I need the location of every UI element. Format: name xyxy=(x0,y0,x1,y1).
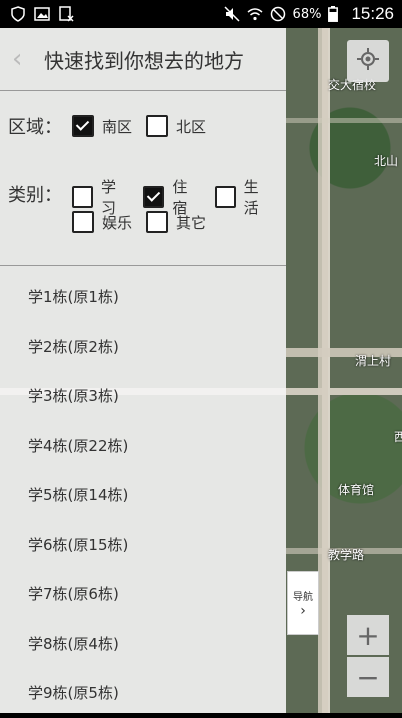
checkbox-label: 生活 xyxy=(243,178,259,217)
locate-button[interactable] xyxy=(347,40,389,82)
checkbox-north-area[interactable]: 北区 xyxy=(146,115,206,137)
list-item[interactable]: 学7栋(原6栋) xyxy=(0,569,286,619)
shield-icon xyxy=(10,6,26,22)
map-label: 渭上村 xyxy=(355,354,392,368)
navigation-toggle-button[interactable]: 导航 › xyxy=(287,571,319,635)
checkbox-box xyxy=(214,186,236,208)
zoom-in-button[interactable]: + xyxy=(347,615,389,655)
list-item[interactable]: 学1栋(原1栋) xyxy=(0,272,286,322)
checkbox-south-area[interactable]: 南区 xyxy=(72,115,132,137)
list-item[interactable]: 学4栋(原22栋) xyxy=(0,421,286,471)
checkbox-label: 娱乐 xyxy=(102,213,133,232)
chevron-right-icon: › xyxy=(300,602,306,619)
map-label: 体育馆 xyxy=(338,483,375,497)
category-label: 类别： xyxy=(8,185,62,206)
map-label: 西 xyxy=(394,430,402,444)
battery-percent: 68% xyxy=(292,6,322,22)
list-item[interactable]: 学3栋(原3栋) xyxy=(0,371,286,421)
mute-icon xyxy=(224,6,240,22)
list-item[interactable]: 学2栋(原2栋) xyxy=(0,322,286,372)
clock: 15:26 xyxy=(351,4,394,23)
checkbox-label: 北区 xyxy=(176,117,207,136)
zoom-controls: + − xyxy=(347,615,389,699)
search-panel: ‹ 快速找到你想去的地方 区域： 南区 北区 类别： 学习 住宿 生活 娱乐 其… xyxy=(0,28,286,713)
document-icon xyxy=(58,6,74,22)
locate-icon xyxy=(356,47,380,75)
category-filter-block: 类别： 学习 住宿 生活 娱乐 其它 xyxy=(0,161,286,265)
area-label: 区域： xyxy=(8,117,62,138)
checkbox-box xyxy=(143,186,165,208)
checkbox-life[interactable]: 生活 xyxy=(214,176,272,218)
map-label: 教学路 xyxy=(328,548,365,562)
checkbox-box xyxy=(146,115,169,137)
building-list: 学1栋(原1栋) 学2栋(原2栋) 学3栋(原3栋) 学4栋(原22栋) 学5栋… xyxy=(0,266,286,718)
list-item[interactable]: 学6栋(原15栋) xyxy=(0,520,286,570)
battery-icon xyxy=(328,6,344,22)
do-not-disturb-icon xyxy=(270,6,286,22)
page-title: 快速找到你想去的地方 xyxy=(44,48,244,73)
checkbox-box xyxy=(72,115,94,137)
list-item[interactable]: 学8栋(原4栋) xyxy=(0,619,286,669)
list-item[interactable]: 学9栋(原5栋) xyxy=(0,668,286,718)
zoom-out-button[interactable]: − xyxy=(347,657,389,697)
checkbox-box xyxy=(72,186,93,208)
nav-label: 导航 xyxy=(293,591,313,603)
checkbox-box xyxy=(146,211,169,233)
map-label: 北山 xyxy=(374,154,399,168)
wifi-icon xyxy=(247,6,263,22)
checkbox-entertainment[interactable]: 娱乐 xyxy=(72,211,132,233)
list-item[interactable]: 学5栋(原14栋) xyxy=(0,470,286,520)
checkbox-box xyxy=(72,211,94,233)
image-icon xyxy=(34,6,50,22)
back-chevron-icon[interactable]: ‹ xyxy=(12,46,34,72)
area-filter-row: 区域： 南区 北区 xyxy=(0,91,286,161)
panel-header: ‹ 快速找到你想去的地方 xyxy=(0,28,286,91)
status-bar: 68% 15:26 xyxy=(0,0,402,28)
checkbox-label: 南区 xyxy=(102,117,133,136)
checkbox-label: 其它 xyxy=(176,213,207,232)
checkbox-other[interactable]: 其它 xyxy=(146,211,206,233)
